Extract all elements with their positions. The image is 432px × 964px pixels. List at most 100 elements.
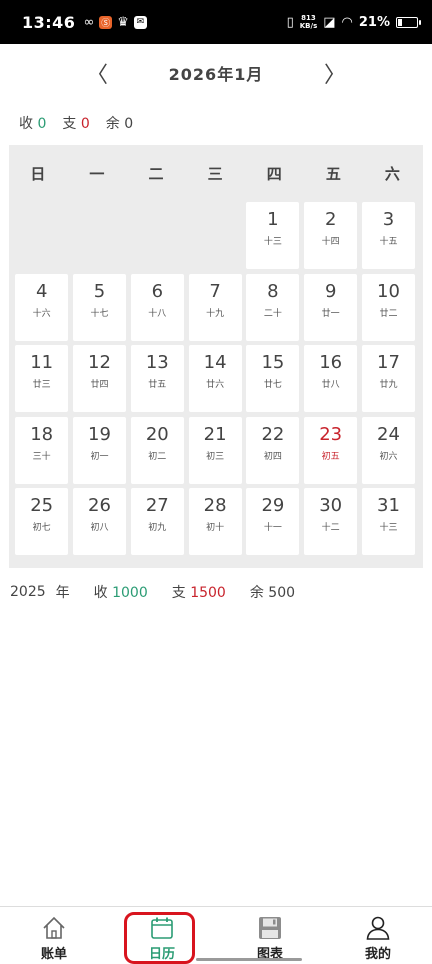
month-expense: 支 0 — [62, 113, 89, 133]
calendar-day-cell[interactable]: 17 廿九 — [362, 345, 415, 412]
weekday-label: 四 — [266, 164, 282, 183]
message-icon: ✉ — [133, 15, 147, 29]
calendar-day-cell[interactable]: 2 十四 — [304, 202, 358, 269]
year-summary: 2025 年 收 1000 支 1500 余 500 — [10, 582, 295, 602]
battery-icon — [396, 16, 421, 28]
calendar-day-cell[interactable]: 1 十三 — [246, 202, 300, 269]
calendar-day-cell[interactable]: 19 初一 — [73, 416, 126, 484]
year-balance-label: 余 — [249, 585, 264, 601]
calendar-day-cell[interactable]: 23 初五 — [304, 416, 358, 484]
calendar-day-cell[interactable]: 3 十五 — [362, 202, 415, 269]
lunar-date: 廿八 — [321, 380, 340, 390]
month-income: 收 0 — [19, 113, 46, 133]
day-number: 30 — [319, 495, 343, 516]
nav-calendar-label: 日历 — [148, 947, 175, 962]
net-speed-unit: KB/s — [299, 22, 318, 30]
calendar-day-cell[interactable]: 5 十七 — [73, 273, 126, 341]
month-balance-value: 0 — [124, 116, 134, 132]
prev-month-button[interactable]: 〈 — [80, 56, 114, 90]
day-number: 19 — [88, 423, 111, 445]
lunar-date: 廿七 — [263, 380, 282, 390]
year-income-label: 收 — [93, 585, 108, 601]
day-number: 28 — [203, 495, 227, 516]
calendar-day-cell[interactable]: 9 廿一 — [304, 273, 358, 341]
day-number: 13 — [145, 352, 169, 373]
lunar-date: 廿一 — [321, 308, 340, 319]
home-icon — [43, 916, 65, 939]
month-balance-label: 余 — [105, 116, 120, 132]
calendar-day-cell[interactable]: 21 初三 — [188, 416, 242, 484]
calendar-day-cell[interactable]: 4 十六 — [15, 273, 69, 341]
calendar-day-cell[interactable]: 12 廿四 — [73, 345, 126, 412]
calendar-day-cell[interactable]: 22 初四 — [246, 416, 300, 484]
calendar-day-cell[interactable]: 15 廿七 — [246, 345, 300, 412]
calendar-day-cell[interactable]: 6 十八 — [130, 273, 184, 341]
nav-bills-label: 账单 — [40, 947, 67, 962]
calendar-day-cell[interactable]: 10 廿二 — [362, 273, 415, 341]
month-title[interactable]: 2026年1月 — [169, 61, 264, 85]
lunar-date: 十一 — [263, 523, 282, 533]
lunar-date: 十五 — [379, 237, 398, 247]
battery-fill — [398, 18, 402, 26]
lunar-date: 十三 — [379, 523, 398, 533]
calendar-day-cell[interactable]: 20 初二 — [130, 416, 184, 484]
lunar-date: 十四 — [321, 237, 340, 247]
nav-charts[interactable]: 图表 — [216, 907, 324, 964]
nfc-icon: ◪ — [323, 14, 336, 30]
save-icon — [259, 917, 281, 939]
calendar-day-cell[interactable]: 7 十九 — [188, 273, 242, 341]
next-month-button[interactable]: 〉 — [318, 56, 352, 90]
lunar-date: 廿三 — [32, 380, 51, 390]
nav-profile[interactable]: 我的 — [324, 907, 432, 964]
day-number: 20 — [145, 423, 169, 445]
lunar-date: 初八 — [90, 523, 109, 533]
chevron-right-icon: 〉 — [323, 63, 346, 88]
month-navigation: 〈 2026年1月 〉 — [0, 56, 432, 90]
year-balance: 余 500 — [250, 582, 295, 602]
lunar-date: 十九 — [206, 308, 225, 319]
calendar-day-cell[interactable]: 25 初七 — [15, 488, 69, 555]
calendar-day-cell[interactable]: 26 初八 — [73, 488, 126, 555]
home-indicator[interactable] — [196, 958, 302, 961]
year-expense-value: 1500 — [190, 585, 226, 601]
status-time: 13:46 — [22, 12, 76, 32]
month-expense-label: 支 — [62, 116, 77, 132]
calendar-grid: 日一二三四五六 1 十三 2 十四 3 十五 4 十六 5 十七 6 十八 7 十九 8 二十 9 廿一 10 廿二 1… — [9, 145, 423, 568]
weekday-label: 六 — [384, 164, 400, 183]
lunar-date: 初九 — [148, 523, 167, 533]
calendar-day-cell[interactable]: 30 十二 — [304, 488, 358, 555]
calendar-day-cell[interactable]: 31 十三 — [362, 488, 415, 555]
lunar-date: 十六 — [32, 308, 51, 319]
calendar-day-cell[interactable]: 27 初九 — [130, 488, 184, 555]
year-expense-label: 支 — [171, 585, 186, 601]
lunar-date: 初七 — [32, 523, 51, 533]
month-balance: 余 0 — [106, 113, 133, 133]
lunar-date: 初一 — [90, 451, 109, 462]
calendar-day-cell[interactable]: 16 廿八 — [304, 345, 358, 412]
day-number: 22 — [261, 423, 285, 445]
calendar-day-cell[interactable]: 13 廿五 — [130, 345, 184, 412]
calendar-icon — [151, 917, 173, 939]
calendar-day-cell[interactable]: 8 二十 — [246, 273, 300, 341]
lunar-date: 廿四 — [90, 380, 109, 390]
year-expense: 支 1500 — [172, 582, 226, 602]
calendar-day-cell[interactable]: 11 廿三 — [15, 345, 69, 412]
infinity-icon: ∞ — [83, 14, 95, 30]
year-label: 年 — [55, 585, 70, 601]
crown-icon: ♛ — [117, 14, 129, 30]
weekday-label: 三 — [207, 164, 223, 183]
calendar-day-cell[interactable]: 28 初十 — [188, 488, 242, 555]
lunar-date: 十二 — [321, 523, 340, 533]
lunar-date: 初五 — [321, 451, 340, 462]
day-number: 7 — [209, 280, 221, 302]
calendar-day-cell[interactable]: 14 廿六 — [188, 345, 242, 412]
calendar-day-cell[interactable]: 24 初六 — [362, 416, 415, 484]
nav-bills[interactable]: 账单 — [0, 907, 108, 964]
nav-calendar[interactable]: 日历 — [108, 907, 216, 964]
net-speed-value: 813 — [301, 14, 316, 22]
month-summary: 收 0 支 0 余 0 — [19, 113, 133, 133]
calendar-day-cell[interactable]: 29 十一 — [246, 488, 300, 555]
day-number: 8 — [267, 280, 279, 302]
calendar-day-cell[interactable]: 18 三十 — [15, 416, 69, 484]
lunar-date: 初六 — [379, 451, 398, 462]
